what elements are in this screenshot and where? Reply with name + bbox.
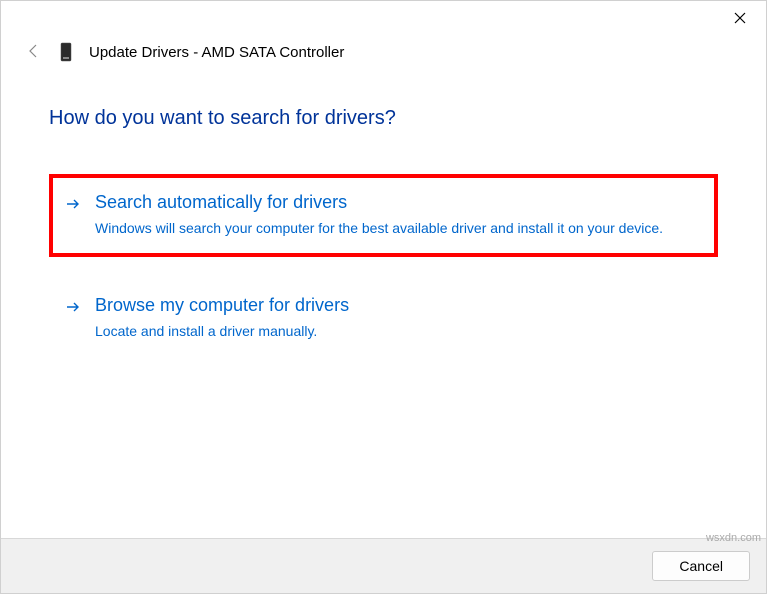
titlebar <box>1 1 766 33</box>
option-description: Locate and install a driver manually. <box>95 322 702 342</box>
option-text: Search automatically for drivers Windows… <box>95 192 702 239</box>
arrow-right-icon <box>65 196 81 215</box>
option-description: Windows will search your computer for th… <box>95 219 702 239</box>
watermark: wsxdn.com <box>706 532 761 544</box>
cancel-button[interactable]: Cancel <box>652 551 750 581</box>
close-button[interactable] <box>722 5 758 33</box>
back-button[interactable] <box>25 43 43 62</box>
close-icon <box>734 11 746 27</box>
question-heading: How do you want to search for drivers? <box>49 107 718 130</box>
dialog-window: Update Drivers - AMD SATA Controller How… <box>0 0 767 594</box>
option-browse-computer[interactable]: Browse my computer for drivers Locate an… <box>49 277 718 360</box>
back-arrow-icon <box>26 43 42 62</box>
dialog-footer: Cancel <box>1 538 766 593</box>
option-search-automatically[interactable]: Search automatically for drivers Windows… <box>49 174 718 257</box>
dialog-content: How do you want to search for drivers? S… <box>1 63 766 538</box>
dialog-title: Update Drivers - AMD SATA Controller <box>89 44 344 61</box>
option-title: Browse my computer for drivers <box>95 295 702 316</box>
option-title: Search automatically for drivers <box>95 192 702 213</box>
dialog-header: Update Drivers - AMD SATA Controller <box>1 33 766 63</box>
option-text: Browse my computer for drivers Locate an… <box>95 295 702 342</box>
arrow-right-icon <box>65 299 81 318</box>
device-icon <box>59 41 73 63</box>
